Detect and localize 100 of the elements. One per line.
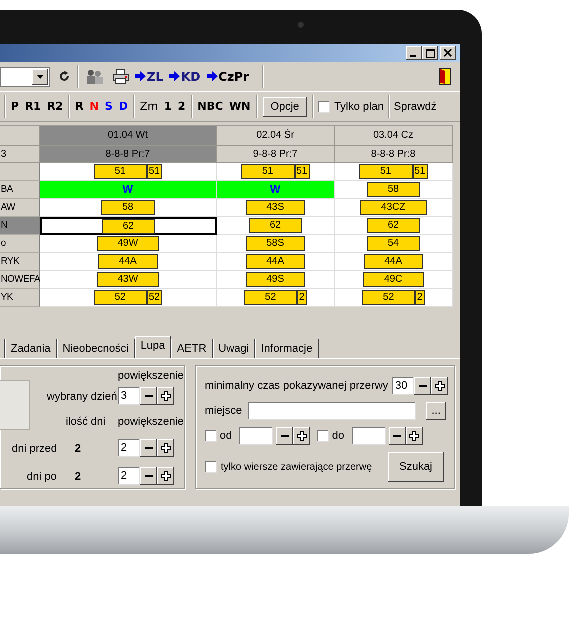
filter-toggle[interactable]: WN [226,100,254,113]
shift-bar[interactable]: 52 [94,290,147,305]
decrement-button[interactable] [140,439,157,457]
number-field[interactable]: 2 [118,467,140,485]
number-field[interactable]: 30 [392,377,414,395]
increment-button[interactable] [293,427,310,445]
filter-toggle[interactable]: R1 [22,100,44,113]
shift-bar[interactable]: 51 [147,164,162,179]
row-label[interactable]: BA [0,181,40,199]
day-cell[interactable]: 52 2 [335,289,453,307]
decrement-button[interactable] [414,377,432,395]
filter-toggle[interactable]: S [102,100,116,113]
decrement-button[interactable] [140,387,157,405]
shift-bar[interactable]: 52 [244,290,298,305]
time-field[interactable] [352,427,386,445]
tab[interactable]: Uwagi [212,339,256,358]
day-header[interactable]: 01.04 Wt [40,126,217,146]
shift-bar[interactable]: 43CZ [360,200,427,215]
shift-bar[interactable]: 51 [241,164,294,179]
day-cell[interactable]: 58 [40,199,217,217]
day-cell[interactable]: 44A [217,253,335,271]
day-cell[interactable]: 51 51 [40,163,217,181]
day-cell[interactable]: 58 [335,181,453,199]
day-cell[interactable]: 43S [217,199,335,217]
tab[interactable]: Lupa [134,336,172,358]
shift-bar[interactable]: 58 [366,182,420,197]
search-button[interactable]: Szukaj [388,452,444,482]
number-field[interactable]: 3 [118,387,140,405]
minimize-button[interactable] [406,46,422,60]
shift-bar[interactable]: 54 [366,236,420,251]
browse-button[interactable]: ... [426,402,446,420]
close-button[interactable] [440,46,456,60]
shift-bar[interactable]: 52 [362,290,416,305]
filter-toggle[interactable]: Zm [137,100,162,113]
row-label[interactable]: RYK [0,253,40,271]
shift-bar[interactable]: 49C [363,272,424,287]
tab[interactable]: Informacje [255,339,319,358]
dropdown-field[interactable] [0,66,50,86]
shift-bar[interactable]: 52 [147,290,162,305]
decrement-button[interactable] [140,467,157,485]
tab[interactable]: AETR [171,339,213,358]
shift-bar[interactable]: 44A [364,254,424,269]
shift-bar[interactable]: 49W [96,236,160,251]
shift-bar[interactable]: 58S [246,236,306,251]
row-label[interactable]: YK [0,289,40,307]
day-cell[interactable]: 49C [335,271,453,289]
link-button[interactable]: ZL [132,70,166,84]
filter-toggle[interactable]: 1 [161,100,176,113]
shift-bar[interactable]: 49S [246,272,306,287]
shift-bar[interactable]: 62 [248,218,302,233]
filter-toggle[interactable]: D [116,100,132,113]
shift-bar[interactable]: 2 [415,290,425,305]
decrement-button[interactable] [388,427,406,445]
dropdown-button[interactable] [32,68,48,84]
check-button[interactable]: Sprawdź [392,100,439,112]
filter-toggle[interactable]: P [8,100,22,113]
shift-bar[interactable]: 2 [297,290,307,305]
day-cell[interactable]: 44A [40,253,217,271]
leave-cell[interactable]: W [40,181,217,199]
decrement-button[interactable] [276,427,294,445]
day-cell[interactable]: 49W [40,235,217,253]
day-cell[interactable]: 52 52 [40,289,217,307]
day-cell[interactable]: 62 [335,217,453,235]
checkbox[interactable] [318,100,330,112]
print-button[interactable] [110,69,132,84]
day-cell[interactable]: 54 [335,235,453,253]
filter-toggle[interactable]: NBC [194,100,226,113]
time-field[interactable] [239,427,274,445]
shift-bar[interactable]: 44A [98,254,158,269]
increment-button[interactable] [406,427,422,445]
maximize-button[interactable] [422,46,438,60]
day-cell[interactable]: 43W [40,271,217,289]
shift-bar[interactable]: 43W [96,272,160,287]
day-cell[interactable]: 51 51 [335,163,453,181]
increment-button[interactable] [157,387,174,405]
row-label[interactable]: NOWEFA [0,271,40,289]
day-cell[interactable]: 43CZ [335,199,453,217]
checkbox[interactable] [205,430,217,442]
leave-cell[interactable]: W [217,181,335,199]
place-field[interactable] [248,402,416,420]
number-field[interactable]: 2 [118,439,140,457]
day-header[interactable]: 02.04 Śr [217,126,335,146]
tab[interactable]: Nieobecności [56,339,135,358]
filter-toggle[interactable]: 2 [175,100,189,113]
row-label[interactable]: o [0,235,40,253]
options-button[interactable]: Opcje [262,96,308,116]
tab[interactable]: Zadania [5,339,57,358]
link-button[interactable]: KD [166,70,204,84]
filter-toggle[interactable]: R2 [44,100,66,113]
selected-cell[interactable]: 62 [40,217,217,235]
day-cell[interactable]: 52 2 [217,289,335,307]
shift-bar[interactable]: 58 [101,200,155,215]
increment-button[interactable] [157,439,174,457]
shift-bar[interactable]: 62 [366,218,420,233]
day-cell[interactable]: 49S [217,271,335,289]
shift-bar[interactable]: 62 [102,218,156,234]
shift-bar[interactable]: 51 [94,164,147,179]
increment-button[interactable] [431,377,448,395]
row-label[interactable]: AW [0,199,40,217]
day-header[interactable]: 03.04 Cz [335,126,453,146]
